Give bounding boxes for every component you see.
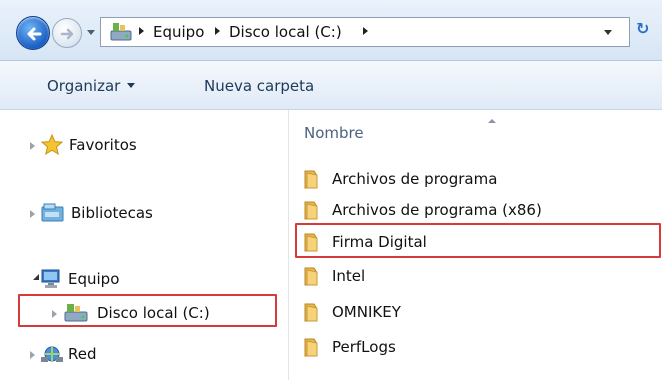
- file-name: OMNIKEY: [332, 303, 401, 321]
- organize-button[interactable]: Organizar: [47, 77, 136, 95]
- computer-drive-icon: [109, 21, 133, 47]
- command-bar: Organizar Nueva carpeta: [0, 61, 662, 110]
- navigation-pane: Favoritos Bibliotecas Equipo Disco local…: [0, 110, 288, 380]
- breadcrumb-separator-icon[interactable]: [215, 27, 220, 35]
- forward-button[interactable]: [52, 18, 82, 48]
- nav-label: Favoritos: [69, 136, 137, 154]
- back-button[interactable]: [16, 16, 50, 50]
- new-folder-button[interactable]: Nueva carpeta: [204, 77, 314, 95]
- computer-icon: [39, 268, 63, 294]
- highlight-firma-digital: [295, 223, 661, 258]
- file-name: PerfLogs: [332, 338, 396, 356]
- star-icon: [40, 133, 64, 160]
- address-dropdown-icon[interactable]: [604, 30, 612, 35]
- arrow-left-icon: [27, 27, 42, 41]
- column-header-name[interactable]: Nombre: [304, 124, 364, 142]
- pane-splitter[interactable]: [288, 110, 289, 380]
- breadcrumb-equipo[interactable]: Equipo: [153, 23, 204, 41]
- file-name: Archivos de programa (x86): [332, 201, 542, 219]
- sort-ascending-icon: [488, 119, 496, 123]
- history-dropdown-icon[interactable]: [87, 30, 95, 35]
- highlight-local-disk: [18, 294, 277, 327]
- breadcrumb-local-disk[interactable]: Disco local (C:): [229, 23, 342, 41]
- expand-arrow-icon[interactable]: [30, 351, 35, 359]
- refresh-icon[interactable]: ↻: [636, 19, 649, 38]
- nav-label: Bibliotecas: [71, 204, 153, 222]
- folder-icon: [302, 266, 324, 290]
- file-name: Intel: [332, 267, 366, 285]
- address-field[interactable]: Equipo Disco local (C:): [100, 17, 630, 47]
- folder-icon: [302, 337, 324, 361]
- nav-label: Equipo: [68, 270, 120, 288]
- folder-icon: [302, 200, 324, 224]
- breadcrumb-separator-icon[interactable]: [363, 27, 368, 35]
- network-icon: [40, 343, 64, 369]
- folder-icon: [302, 169, 324, 193]
- address-bar-region: Equipo Disco local (C:) ↻: [0, 0, 662, 61]
- library-icon: [41, 202, 65, 228]
- collapse-arrow-icon[interactable]: [30, 274, 39, 280]
- breadcrumb-separator-icon[interactable]: [139, 27, 144, 35]
- folder-icon: [302, 302, 324, 326]
- arrow-right-icon: [60, 28, 74, 40]
- organize-label: Organizar: [47, 77, 121, 95]
- file-name: Archivos de programa: [332, 170, 498, 188]
- expand-arrow-icon[interactable]: [30, 210, 35, 218]
- file-list: Nombre Archivos de programa Archivos de …: [290, 110, 662, 380]
- chevron-down-icon: [127, 83, 136, 88]
- nav-label: Red: [68, 345, 97, 363]
- expand-arrow-icon[interactable]: [30, 142, 35, 150]
